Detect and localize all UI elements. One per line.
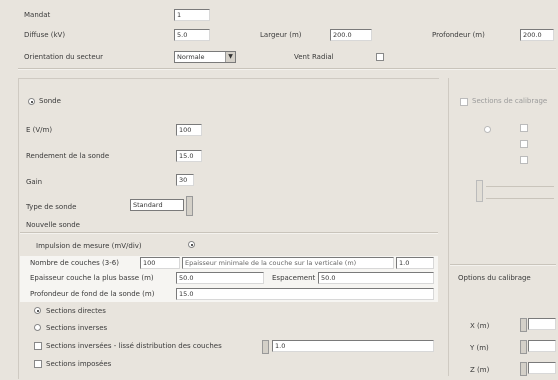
top-separator	[18, 68, 556, 70]
right-divider	[448, 78, 449, 376]
mandat-field[interactable]: 1	[174, 9, 210, 21]
option-label: Sections inversées - lissé distribution …	[46, 342, 222, 350]
mandat-label: Mandat	[24, 11, 51, 19]
type-sonde-select[interactable]: Standard	[130, 199, 184, 211]
orientation-value: Normale	[177, 53, 205, 61]
gain-field[interactable]: 30	[176, 174, 194, 186]
option-label: Sections directes	[46, 307, 106, 315]
calibrage-option-checkbox[interactable]	[520, 140, 528, 148]
sonde-radio[interactable]	[28, 98, 35, 105]
options-calibrage-title: Options du calibrage	[458, 274, 531, 282]
table-row-value[interactable]: 50.0	[176, 272, 264, 284]
mid-separator	[20, 232, 438, 234]
y-spinner[interactable]	[520, 340, 527, 354]
gain-label: Gain	[26, 178, 43, 186]
type-sonde-value: Standard	[133, 201, 163, 209]
type-sonde-spinner[interactable]	[186, 196, 193, 216]
vent-radial-label: Vent Radial	[294, 53, 334, 61]
x-spinner[interactable]	[520, 318, 527, 332]
nouvelle-sonde-label: Nouvelle sonde	[26, 221, 80, 229]
rendement-label: Rendement de la sonde	[26, 152, 110, 160]
profondeur-label: Profondeur (m)	[432, 31, 485, 39]
option-checkbox[interactable]	[34, 360, 42, 368]
table-row-label: Epaisseur couche la plus basse (m)	[30, 274, 154, 282]
right-separator	[450, 264, 556, 266]
table-row-mid-value[interactable]: 1.0	[396, 257, 434, 269]
option-radio[interactable]	[34, 307, 41, 314]
sonde-title: Sonde	[39, 97, 61, 105]
calibrage-checkbox[interactable]	[460, 98, 468, 106]
vent-radial-checkbox[interactable]	[376, 53, 384, 61]
left-panel	[18, 78, 439, 379]
x-label: X (m)	[470, 322, 490, 330]
calibrage-slider-track[interactable]	[486, 198, 554, 199]
rendement-field[interactable]: 15.0	[176, 150, 202, 162]
diffuse-field[interactable]: 5.0	[174, 29, 210, 41]
calibrage-option-checkbox[interactable]	[520, 156, 528, 164]
calibrage-radio[interactable]	[484, 126, 491, 133]
y-label: Y (m)	[470, 344, 489, 352]
option-label: Sections inverses	[46, 324, 108, 332]
largeur-label: Largeur (m)	[260, 31, 302, 39]
impulsion-radio[interactable]	[188, 241, 195, 248]
z-label: Z (m)	[470, 366, 490, 374]
option-radio[interactable]	[34, 324, 41, 331]
table-row-label: Nombre de couches (3-6)	[30, 259, 119, 267]
orientation-label: Orientation du secteur	[24, 53, 104, 61]
e-label: E (V/m)	[26, 126, 53, 134]
table-row-mid-label: Epaisseur minimale de la couche sur la v…	[182, 257, 394, 269]
y-field[interactable]	[528, 340, 556, 352]
calibrage-option-checkbox[interactable]	[520, 124, 528, 132]
table-row-mid-value[interactable]: 50.0	[318, 272, 434, 284]
e-field[interactable]: 100	[176, 124, 202, 136]
option3-spinner[interactable]	[262, 340, 269, 354]
z-field[interactable]	[528, 362, 556, 374]
option3-field[interactable]: 1.0	[272, 340, 434, 352]
calibrage-slider-track[interactable]	[486, 186, 554, 187]
chevron-down-icon[interactable]: ▼	[225, 52, 235, 62]
table-row-label: Profondeur de fond de la sonde (m)	[30, 290, 155, 298]
option-checkbox[interactable]	[34, 342, 42, 350]
impulsion-label: Impulsion de mesure (mV/div)	[36, 242, 142, 250]
profondeur-field[interactable]: 200.0	[520, 29, 554, 41]
x-field[interactable]	[528, 318, 556, 330]
calibrage-label: Sections de calibrage	[472, 97, 548, 105]
table-row-value[interactable]: 100	[140, 257, 180, 269]
option-label: Sections imposées	[46, 360, 112, 368]
table-row-value[interactable]: 15.0	[176, 288, 434, 300]
orientation-select[interactable]: Normale ▼	[174, 51, 236, 63]
type-sonde-label: Type de sonde	[26, 203, 77, 211]
largeur-field[interactable]: 200.0	[330, 29, 372, 41]
z-spinner[interactable]	[520, 362, 527, 376]
diffuse-label: Diffuse (kV)	[24, 31, 66, 39]
calibrage-spinner[interactable]	[476, 180, 483, 202]
